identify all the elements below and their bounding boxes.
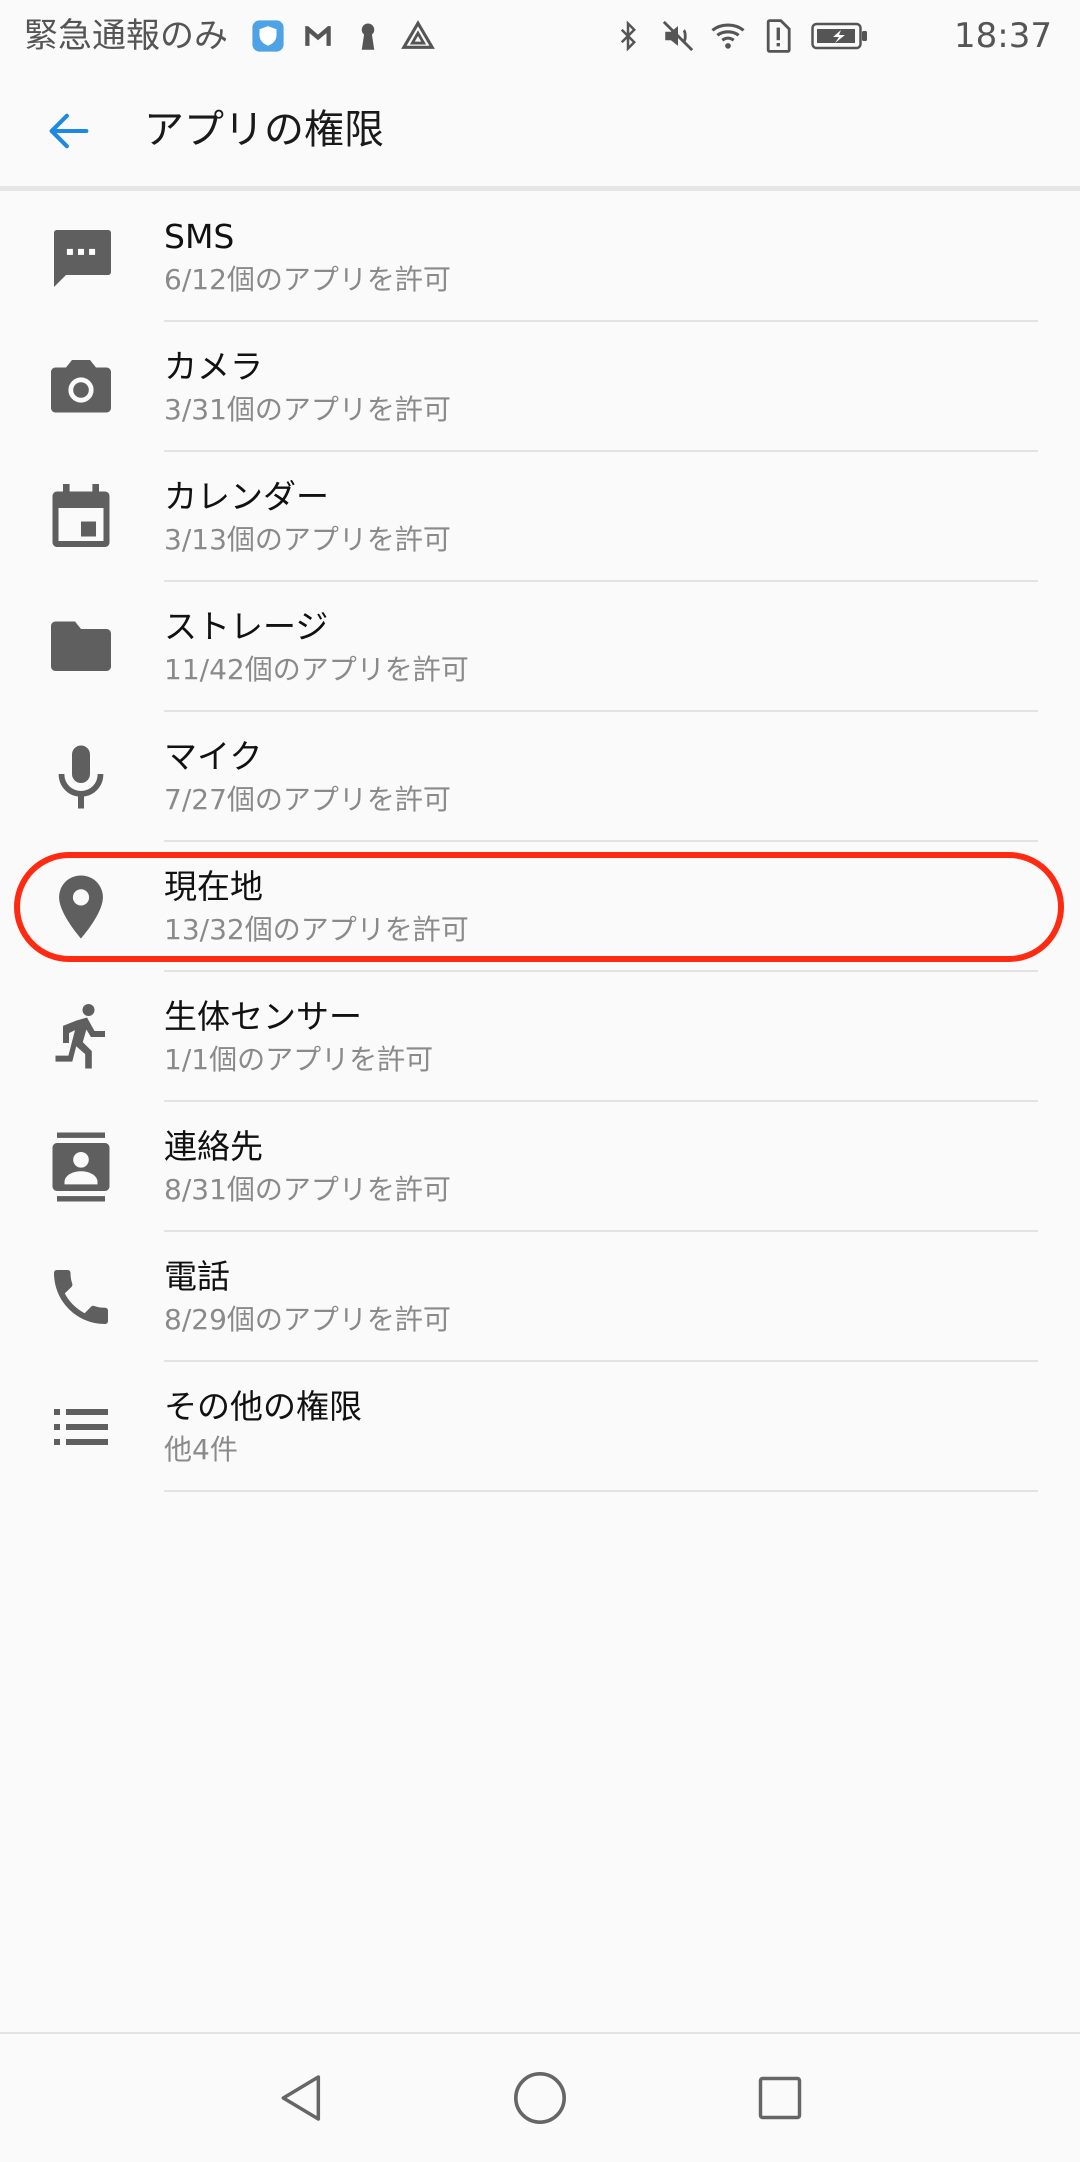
back-triangle-icon — [281, 2075, 321, 2121]
body-sensor-icon — [42, 998, 120, 1076]
carrier-status-text: 緊急通報のみ — [24, 16, 228, 56]
permission-label: 連絡先 — [164, 1127, 263, 1166]
divider — [164, 1490, 1038, 1492]
permission-label: ストレージ — [164, 607, 329, 646]
contacts-icon — [42, 1128, 120, 1206]
permission-item-sms[interactable]: SMS 6/12個のアプリを許可 — [0, 192, 1080, 322]
nav-recents-button[interactable] — [746, 2064, 814, 2132]
bluetooth-icon — [610, 18, 646, 54]
keyhole-icon — [350, 18, 386, 54]
permission-item-phone[interactable]: 電話 8/29個のアプリを許可 — [0, 1232, 1080, 1362]
permission-item-storage[interactable]: ストレージ 11/42個のアプリを許可 — [0, 582, 1080, 712]
permission-label: 現在地 — [164, 867, 263, 906]
gmail-icon — [300, 18, 336, 54]
permission-item-other[interactable]: その他の権限 他4件 — [0, 1362, 1080, 1492]
microphone-icon — [42, 738, 120, 816]
app-bar-divider — [0, 186, 1080, 191]
permission-item-location[interactable]: 現在地 13/32個のアプリを許可 — [0, 842, 1080, 972]
status-bar: 緊急通報のみ 18:37 — [0, 0, 1080, 72]
permission-label: 電話 — [164, 1257, 230, 1296]
permission-item-body-sensors[interactable]: 生体センサー 1/1個のアプリを許可 — [0, 972, 1080, 1102]
location-pin-icon — [42, 868, 120, 946]
permission-label: マイク — [164, 737, 263, 776]
permission-detail: 7/27個のアプリを許可 — [164, 783, 451, 816]
permission-item-microphone[interactable]: マイク 7/27個のアプリを許可 — [0, 712, 1080, 842]
permission-item-camera[interactable]: カメラ 3/31個のアプリを許可 — [0, 322, 1080, 452]
back-button[interactable] — [36, 98, 102, 164]
permission-detail: 3/31個のアプリを許可 — [164, 393, 451, 426]
page-title: アプリの権限 — [144, 107, 384, 153]
calendar-icon — [42, 478, 120, 556]
drive-icon — [400, 18, 436, 54]
permission-detail: 3/13個のアプリを許可 — [164, 523, 451, 556]
phone-icon — [42, 1258, 120, 1336]
permission-label: カメラ — [164, 347, 263, 386]
permission-detail: 6/12個のアプリを許可 — [164, 263, 451, 296]
permission-label: カレンダー — [164, 477, 329, 516]
permission-detail: 11/42個のアプリを許可 — [164, 653, 469, 686]
permission-detail: 1/1個のアプリを許可 — [164, 1043, 434, 1076]
camera-icon — [42, 348, 120, 426]
back-arrow-icon — [49, 113, 89, 149]
sim-alert-icon — [760, 18, 796, 54]
permission-list: SMS 6/12個のアプリを許可 カメラ 3/31個のアプリを許可 カレンダー … — [0, 192, 1080, 1492]
nav-home-button[interactable] — [506, 2064, 574, 2132]
navigation-bar — [0, 2032, 1080, 2162]
permission-item-contacts[interactable]: 連絡先 8/31個のアプリを許可 — [0, 1102, 1080, 1232]
permission-detail: 8/31個のアプリを許可 — [164, 1173, 451, 1206]
home-circle-icon — [514, 2072, 566, 2124]
permission-label: SMS — [164, 217, 235, 256]
permission-detail: 他4件 — [164, 1433, 238, 1466]
shield-app-icon — [250, 18, 286, 54]
permission-detail: 8/29個のアプリを許可 — [164, 1303, 451, 1336]
mute-icon — [660, 18, 696, 54]
folder-icon — [42, 608, 120, 686]
wifi-icon — [710, 18, 746, 54]
sms-icon — [42, 218, 120, 296]
nav-back-button[interactable] — [268, 2064, 336, 2132]
permission-label: 生体センサー — [164, 997, 362, 1036]
clock-time: 18:37 — [954, 16, 1052, 56]
list-icon — [42, 1388, 120, 1466]
permission-detail: 13/32個のアプリを許可 — [164, 913, 469, 946]
permission-item-calendar[interactable]: カレンダー 3/13個のアプリを許可 — [0, 452, 1080, 582]
app-bar: アプリの権限 — [0, 72, 1080, 190]
permission-label: その他の権限 — [164, 1387, 362, 1426]
recents-square-icon — [758, 2076, 802, 2120]
battery-charging-icon — [810, 18, 870, 54]
